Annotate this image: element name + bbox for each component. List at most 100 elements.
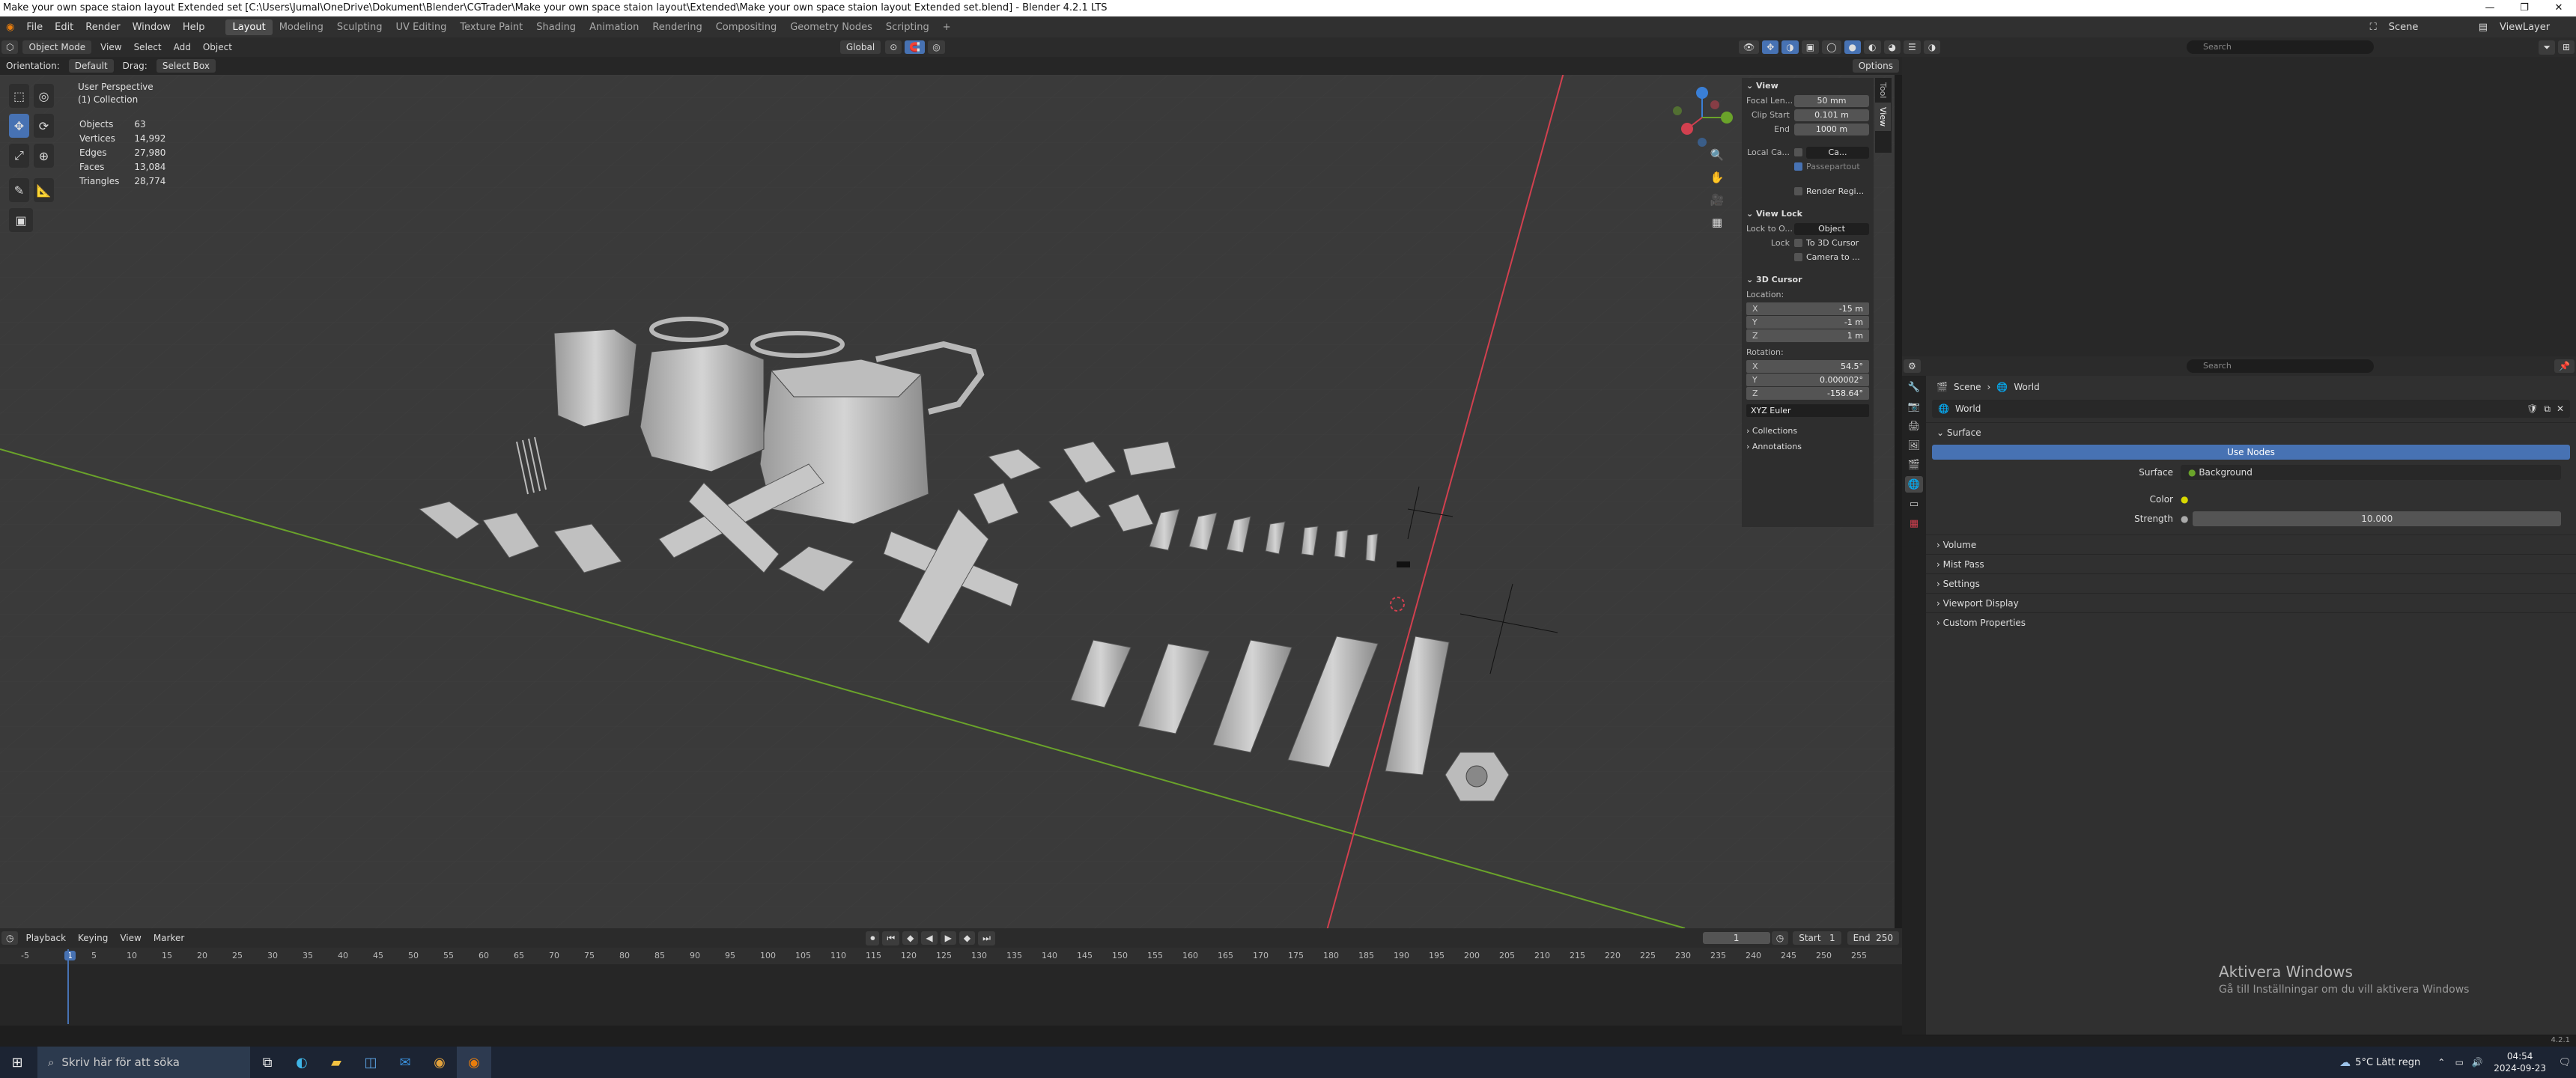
maximize-button[interactable]: ❐ xyxy=(2507,0,2542,16)
menu-edit[interactable]: Edit xyxy=(49,22,79,33)
end-frame-field[interactable]: End 250 xyxy=(1847,931,1899,945)
taskbar-search-input[interactable]: Skriv här för att söka xyxy=(61,1056,180,1069)
breadcrumb-world[interactable]: World xyxy=(2014,382,2039,392)
outliner-editor-icon[interactable]: ☰ xyxy=(1904,40,1921,54)
cursor-rotation-x[interactable]: X 54.5° xyxy=(1746,360,1869,373)
xray-icon[interactable]: ▣ xyxy=(1801,40,1820,54)
properties-editor-icon[interactable]: ⚙ xyxy=(1904,359,1921,373)
timeline-menu-marker[interactable]: Marker xyxy=(148,933,190,943)
gizmo-y-axis[interactable] xyxy=(1721,112,1733,124)
scale-tool-icon[interactable]: ⤢ xyxy=(9,144,29,168)
workspace-tab-modeling[interactable]: Modeling xyxy=(273,19,330,35)
proportional-edit-icon[interactable]: ◎ xyxy=(928,40,945,54)
view-lock-section-header[interactable]: ⌄ View Lock xyxy=(1742,206,1874,222)
clip-start-field[interactable]: 0.101 m xyxy=(1794,109,1869,121)
camera-view-icon[interactable]: 🎥 xyxy=(1706,189,1728,211)
surface-section-header[interactable]: ⌄ Surface xyxy=(1926,422,2576,442)
close-button[interactable]: ✕ xyxy=(2542,0,2576,16)
collection-tab-icon[interactable]: ▭ xyxy=(1905,496,1923,512)
clip-end-field[interactable]: 1000 m xyxy=(1794,123,1869,135)
render-tab-icon[interactable]: 📷 xyxy=(1905,398,1923,415)
current-frame-field[interactable]: 1 xyxy=(1702,932,1770,944)
viewport-menu-select[interactable]: Select xyxy=(128,42,168,52)
material-shading-icon[interactable]: ◐ xyxy=(1864,40,1881,54)
menu-file[interactable]: File xyxy=(20,22,49,33)
mode-selector[interactable]: Object Mode xyxy=(22,40,92,54)
gizmo-x-axis[interactable] xyxy=(1681,123,1693,135)
strength-field[interactable]: 10.000 xyxy=(2193,511,2561,526)
camera-to-view-checkbox[interactable] xyxy=(1794,253,1802,261)
workspace-tab-rendering[interactable]: Rendering xyxy=(645,19,708,35)
scene-tab-icon[interactable]: 🎬 xyxy=(1905,457,1923,473)
timeline-menu-view[interactable]: View xyxy=(114,933,147,943)
menu-window[interactable]: Window xyxy=(127,22,177,33)
start-button-icon[interactable]: ⊞ xyxy=(0,1047,34,1078)
clock[interactable]: 04:54 2024-09-23 xyxy=(2494,1050,2546,1074)
menu-help[interactable]: Help xyxy=(177,22,211,33)
blender-taskbar-icon[interactable]: ◉ xyxy=(457,1047,491,1078)
texture-tab-icon[interactable]: ▦ xyxy=(1905,515,1923,532)
navigation-gizmo[interactable] xyxy=(1668,84,1736,151)
workspace-tab-animation[interactable]: Animation xyxy=(583,19,645,35)
properties-search-input[interactable]: Search xyxy=(2187,359,2374,373)
editor-type-icon[interactable]: ⬡ xyxy=(1,40,19,54)
grid-perspective-icon[interactable]: ▦ xyxy=(1706,211,1728,234)
add-cube-tool-icon[interactable]: ▣ xyxy=(9,208,33,232)
annotate-tool-icon[interactable]: ✎ xyxy=(9,178,29,202)
lock-to-object-field[interactable]: Object xyxy=(1794,222,1869,235)
workspace-tab-geometry-nodes[interactable]: Geometry Nodes xyxy=(783,19,879,35)
use-nodes-button[interactable]: Use Nodes xyxy=(1932,445,2570,460)
output-tab-icon[interactable]: 🖨 xyxy=(1905,418,1923,434)
view-layer-selector[interactable]: ViewLayer xyxy=(2494,22,2576,33)
duplicate-icon[interactable]: ⧉ xyxy=(2544,404,2551,415)
workspace-tab-texture-paint[interactable]: Texture Paint xyxy=(453,19,529,35)
outliner-search-input[interactable]: Search xyxy=(2187,40,2374,54)
orientation-selector[interactable]: Default xyxy=(68,59,114,73)
task-view-icon[interactable]: ⧉ xyxy=(250,1047,285,1078)
viewport-menu-add[interactable]: Add xyxy=(168,42,197,52)
tool-tab-icon[interactable]: 🔧 xyxy=(1905,379,1923,395)
focal-length-field[interactable]: 50 mm xyxy=(1794,94,1869,107)
filter-icon[interactable]: ⏷ xyxy=(2539,40,2555,55)
move-tool-icon[interactable]: ✥ xyxy=(9,114,29,138)
jump-end-icon[interactable]: ⏭ xyxy=(978,931,995,945)
prev-keyframe-icon[interactable]: ◆ xyxy=(902,931,919,945)
cursor-location-x[interactable]: X -15 m xyxy=(1746,302,1869,315)
settings-section-header[interactable]: › Settings xyxy=(1926,573,2576,593)
cursor-rotation-z[interactable]: Z -158.64° xyxy=(1746,387,1869,400)
local-camera-checkbox[interactable] xyxy=(1794,148,1802,156)
chrome-icon[interactable]: ◉ xyxy=(422,1047,457,1078)
edge-icon[interactable]: ◐ xyxy=(285,1047,319,1078)
world-datablock-selector[interactable]: 🌐 World 🛡 ⧉ ✕ xyxy=(1932,400,2570,418)
world-tab-icon[interactable]: 🌐 xyxy=(1905,476,1923,493)
taskbar-search[interactable]: ⌕ Skriv här för att söka xyxy=(37,1047,250,1078)
pivot-icon[interactable]: ⊙ xyxy=(885,40,902,54)
local-camera-field[interactable]: Ca... xyxy=(1806,146,1869,159)
view-layer-tab-icon[interactable]: 🖼 xyxy=(1905,437,1923,454)
3d-viewport[interactable] xyxy=(0,75,1895,936)
next-keyframe-icon[interactable]: ◆ xyxy=(959,931,976,945)
workspace-tab-scripting[interactable]: Scripting xyxy=(879,19,936,35)
notifications-icon[interactable]: 🗨 xyxy=(2554,1047,2576,1078)
play-icon[interactable]: ▶ xyxy=(940,931,956,945)
blender-logo-icon[interactable]: ◉ xyxy=(0,22,20,33)
cursor-location-y[interactable]: Y -1 m xyxy=(1746,316,1869,329)
select-box-tool-icon[interactable]: ⬚ xyxy=(9,84,29,108)
options-dropdown[interactable]: Options xyxy=(1852,59,1899,73)
cursor-location-z[interactable]: Z1 m xyxy=(1746,329,1869,342)
timeline-editor-icon[interactable]: ◷ xyxy=(1,931,19,945)
fake-user-icon[interactable]: 🛡 xyxy=(2527,404,2538,414)
menu-render[interactable]: Render xyxy=(79,22,126,33)
pan-hand-icon[interactable]: ✋ xyxy=(1706,166,1728,189)
timeline-menu-keying[interactable]: Keying xyxy=(72,933,114,943)
pin-icon[interactable]: 📌 xyxy=(2554,359,2575,373)
gizmo-toggle-icon[interactable]: ✥ xyxy=(1762,40,1779,54)
workspace-tab-compositing[interactable]: Compositing xyxy=(709,19,784,35)
world-name[interactable]: World xyxy=(1955,404,2521,414)
minimize-button[interactable]: — xyxy=(2473,0,2507,16)
jump-start-icon[interactable]: ⏮ xyxy=(882,931,900,945)
drag-selector[interactable]: Select Box xyxy=(156,59,216,73)
scene-selector[interactable]: Scene xyxy=(2383,22,2473,33)
preview-range-icon[interactable]: ◷ xyxy=(1771,931,1789,945)
viewport-menu-view[interactable]: View xyxy=(94,42,127,52)
